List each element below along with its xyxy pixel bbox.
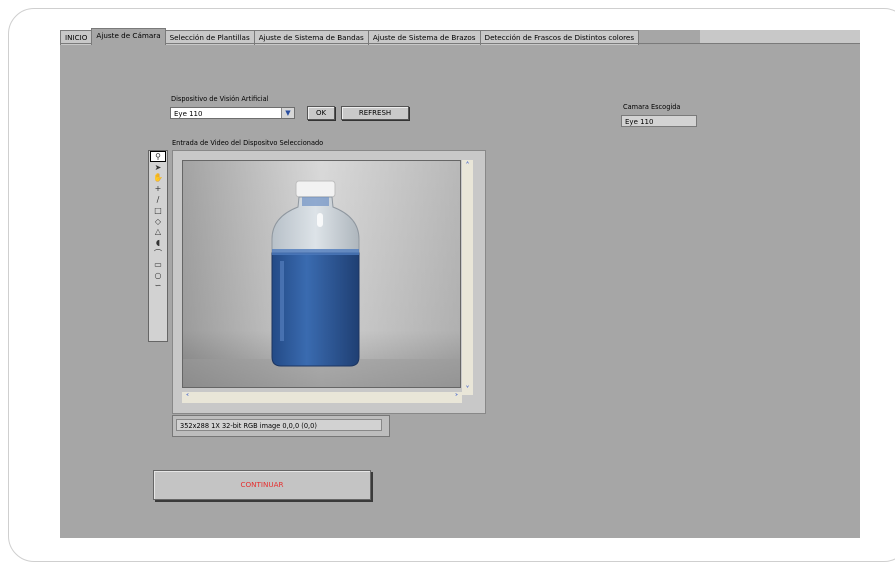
refresh-button[interactable]: REFRESH <box>341 106 409 120</box>
image-status-bar: 352x288 1X 32-bit RGB image 0,0,0 (0,0) <box>172 415 390 437</box>
video-viewport[interactable] <box>182 160 461 388</box>
scroll-down-icon[interactable]: ˅ <box>462 384 473 395</box>
tab-bar: INICIO Ajuste de Cámara Selección de Pla… <box>60 28 640 45</box>
vertical-scrollbar[interactable]: ˄ ˅ <box>462 160 473 395</box>
device-label: Dispositivo de Visión Artificial <box>171 95 269 103</box>
horizontal-scrollbar[interactable]: ˂ ˃ <box>182 392 462 403</box>
scroll-up-icon[interactable]: ˄ <box>462 160 473 171</box>
chosen-camera-label: Camara Escogida <box>623 103 681 111</box>
scroll-right-icon[interactable]: ˃ <box>451 392 462 403</box>
tab-strip-fill <box>700 30 860 44</box>
zoom-icon[interactable]: ⚲ <box>150 151 166 162</box>
image-tool-palette: ⚲ ➤ ✋ + ∕ □ ◇ △ ◖ ⌒ ▭ ○ ∽ <box>148 150 168 342</box>
device-select-value: Eye 110 <box>174 110 203 118</box>
pan-icon[interactable]: ✋ <box>150 173 166 184</box>
annulus-icon[interactable]: ⌒ <box>150 248 166 259</box>
chosen-camera-value: Eye 110 <box>621 115 697 127</box>
chevron-down-icon[interactable]: ▼ <box>281 108 294 118</box>
video-label: Entrada de Video del Dispositvo Seleccio… <box>172 139 324 147</box>
ok-button[interactable]: OK <box>307 106 335 120</box>
polygon-icon[interactable]: △ <box>150 227 166 238</box>
freehand-region-icon[interactable]: ▭ <box>150 259 166 270</box>
continue-button[interactable]: CONTINUAR <box>153 470 371 500</box>
freehand-icon[interactable]: ◖ <box>150 237 166 248</box>
rotated-rectangle-icon[interactable]: ◇ <box>150 216 166 227</box>
tab-divider <box>60 43 860 44</box>
line-icon[interactable]: ∕ <box>150 194 166 205</box>
tab-ajuste-camara[interactable]: Ajuste de Cámara <box>91 28 166 45</box>
bottle-image <box>183 161 460 387</box>
image-info-text: 352x288 1X 32-bit RGB image 0,0,0 (0,0) <box>176 419 382 431</box>
rectangle-icon[interactable]: □ <box>150 205 166 216</box>
device-select[interactable]: Eye 110 ▼ <box>170 107 295 119</box>
pointer-icon[interactable]: ➤ <box>150 162 166 173</box>
broken-line-icon[interactable]: ∽ <box>150 281 166 292</box>
scroll-left-icon[interactable]: ˂ <box>182 392 193 403</box>
oval-icon[interactable]: ○ <box>150 270 166 281</box>
crosshair-icon[interactable]: + <box>150 183 166 194</box>
